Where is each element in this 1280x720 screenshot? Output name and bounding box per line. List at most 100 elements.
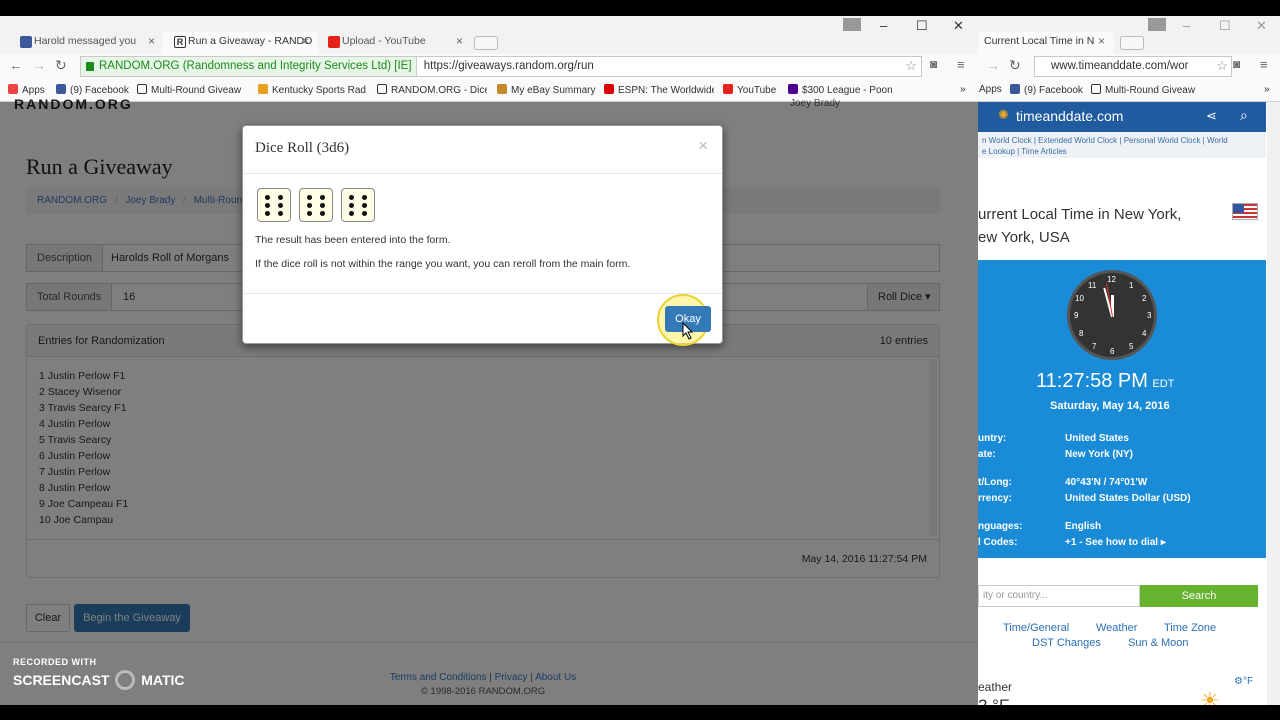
die-icon (341, 188, 375, 222)
info-value: United States (1065, 433, 1129, 444)
bookmark-apps[interactable]: Apps (979, 84, 1002, 95)
reload-icon[interactable]: ↻ (1009, 57, 1021, 74)
bookmark-espn[interactable]: ESPN: The Worldwide (604, 84, 714, 96)
sub-nav-links[interactable]: e Lookup | Time Articles (982, 146, 1266, 157)
page-scrollbar[interactable] (1267, 102, 1280, 705)
link-weather[interactable]: Weather (1096, 622, 1137, 634)
new-tab-button[interactable] (1120, 36, 1144, 50)
bookmark-league[interactable]: $300 League - Poon (788, 84, 898, 96)
tab-facebook[interactable]: Harold messaged you × (8, 32, 164, 54)
sub-nav-links[interactable]: n World Clock | Extended World Clock | P… (982, 135, 1266, 146)
location-heading: urrent Local Time in New York, (978, 206, 1182, 223)
site-logo[interactable]: timeanddate.com (1016, 108, 1123, 124)
bookmark-ebay[interactable]: My eBay Summary (497, 84, 595, 96)
logo-icon: ✺ (998, 107, 1009, 122)
lock-icon (86, 62, 94, 71)
tab-strip: Harold messaged you × R Run a Giveaway -… (0, 16, 978, 54)
screencast-logo-icon (115, 670, 136, 690)
info-label: nguages: (978, 521, 1023, 532)
tab-timeanddate[interactable]: Current Local Time in Ne × (978, 32, 1114, 54)
info-label: l Codes: (978, 537, 1018, 548)
maximize-icon[interactable]: ☐ (1219, 18, 1231, 34)
bookmark-multi-round[interactable]: Multi-Round Giveaw (137, 84, 249, 96)
link-time-general[interactable]: Time/General (1003, 622, 1069, 634)
analog-clock-icon: 12 1 2 3 4 5 6 7 8 9 10 11 (1067, 270, 1157, 360)
menu-icon[interactable]: ≡ (1260, 57, 1268, 72)
time-panel: 12 1 2 3 4 5 6 7 8 9 10 11 11:27:58 PM E… (978, 260, 1266, 558)
die-icon (257, 188, 291, 222)
star-icon[interactable]: ☆ (1216, 57, 1228, 75)
youtube-icon (328, 36, 340, 48)
forward-icon[interactable]: → (32, 57, 46, 73)
bookmark-multi-round[interactable]: Multi-Round Giveaw (1091, 84, 1201, 96)
tab-random-org[interactable]: R Run a Giveaway - RANDO × (162, 32, 318, 54)
current-time: 11:27:58 PM (1036, 370, 1148, 392)
city-search-input[interactable]: ity or country... (978, 585, 1140, 607)
camera-icon[interactable]: ◙ (1233, 57, 1240, 71)
info-label: untry: (978, 433, 1007, 444)
new-tab-button[interactable] (474, 36, 498, 50)
modal-result-text: The result has been entered into the for… (255, 234, 451, 246)
bookmark-youtube[interactable]: YouTube (723, 84, 776, 96)
browser-window-left: Harold messaged you × R Run a Giveaway -… (0, 16, 978, 705)
close-tab-icon[interactable]: × (148, 34, 155, 48)
screencast-watermark: RECORDED WITH SCREENCAST MATIC (13, 657, 185, 690)
profile-icon[interactable] (1148, 18, 1166, 31)
bookmark-overflow[interactable]: » (960, 84, 966, 95)
address-bar[interactable]: RANDOM.ORG (Randomness and Integrity Ser… (80, 56, 922, 77)
sub-nav: n World Clock | Extended World Clock | P… (978, 132, 1266, 158)
link-time-zone[interactable]: Time Zone (1164, 622, 1216, 634)
search-button[interactable]: Search (1140, 585, 1258, 607)
close-tab-icon[interactable]: × (302, 34, 309, 48)
link-dst-changes[interactable]: DST Changes (1032, 637, 1101, 649)
url-text: www.timeanddate.com/wor (1051, 60, 1189, 72)
link-sun-moon[interactable]: Sun & Moon (1128, 637, 1189, 649)
bookmark-facebook[interactable]: (9) Facebook (56, 84, 129, 96)
random-org-icon: R (174, 36, 186, 48)
bookmark-kentucky[interactable]: Kentucky Sports Radi (258, 84, 366, 96)
toolbar: ← → ↻ RANDOM.ORG (Randomness and Integri… (0, 54, 978, 80)
bookmark-apps[interactable]: Apps (8, 84, 45, 96)
back-icon[interactable]: ← (9, 57, 23, 73)
close-tab-icon[interactable]: × (456, 34, 463, 48)
site-header: ✺ timeanddate.com ⋖ ⌕ (978, 102, 1266, 132)
temperature: 2 °F (978, 696, 1009, 705)
star-icon[interactable]: ☆ (905, 57, 917, 75)
minimize-icon[interactable]: – (1183, 18, 1190, 33)
page-content: ✺ timeanddate.com ⋖ ⌕ n World Clock | Ex… (978, 102, 1280, 705)
camera-icon[interactable]: ◙ (930, 57, 937, 71)
close-tab-icon[interactable]: × (1098, 34, 1105, 48)
modal-reroll-text: If the dice roll is not within the range… (255, 258, 631, 270)
facebook-icon (20, 36, 32, 48)
profile-icon[interactable] (843, 18, 861, 31)
toolbar: → ↻ www.timeanddate.com/wor ☆ ◙ ≡ (978, 54, 1280, 80)
tab-youtube[interactable]: Upload - YouTube × (316, 32, 472, 54)
site-identity: RANDOM.ORG (Randomness and Integrity Ser… (99, 60, 412, 72)
modal-close-icon[interactable]: × (698, 136, 708, 156)
dice-roll-modal: Dice Roll (3d6) × The result has been en… (242, 125, 723, 346)
menu-icon[interactable]: ≡ (957, 57, 965, 72)
bookmark-overflow[interactable]: » (1264, 84, 1270, 95)
search-icon[interactable]: ⌕ (1240, 107, 1248, 124)
info-label: ate: (978, 449, 996, 460)
tab-label: Upload - YouTube (342, 35, 426, 47)
die-icon (299, 188, 333, 222)
reload-icon[interactable]: ↻ (55, 57, 67, 74)
cursor-icon (682, 322, 694, 340)
tab-label: Run a Giveaway - RANDO (188, 35, 313, 47)
modal-title: Dice Roll (3d6) (255, 140, 350, 156)
dial-link[interactable]: +1 - See how to dial ▸ (1065, 537, 1166, 548)
info-value: 40°43'N / 74°01'W (1065, 477, 1148, 488)
address-bar[interactable]: www.timeanddate.com/wor ☆ (1034, 56, 1232, 77)
close-window-icon[interactable]: ✕ (1256, 18, 1267, 34)
minimize-icon[interactable]: – (880, 18, 887, 33)
weather-label: eather (978, 680, 1013, 694)
maximize-icon[interactable]: ☐ (916, 18, 928, 34)
close-window-icon[interactable]: ✕ (953, 18, 964, 34)
unit-toggle[interactable]: ⚙°F (1234, 676, 1253, 687)
bookmark-facebook[interactable]: (9) Facebook (1010, 84, 1083, 96)
timezone: EDT (1152, 378, 1175, 390)
share-icon[interactable]: ⋖ (1206, 108, 1217, 124)
bookmark-random-dice[interactable]: RANDOM.ORG - Dice (377, 84, 487, 96)
forward-icon[interactable]: → (986, 57, 1000, 73)
